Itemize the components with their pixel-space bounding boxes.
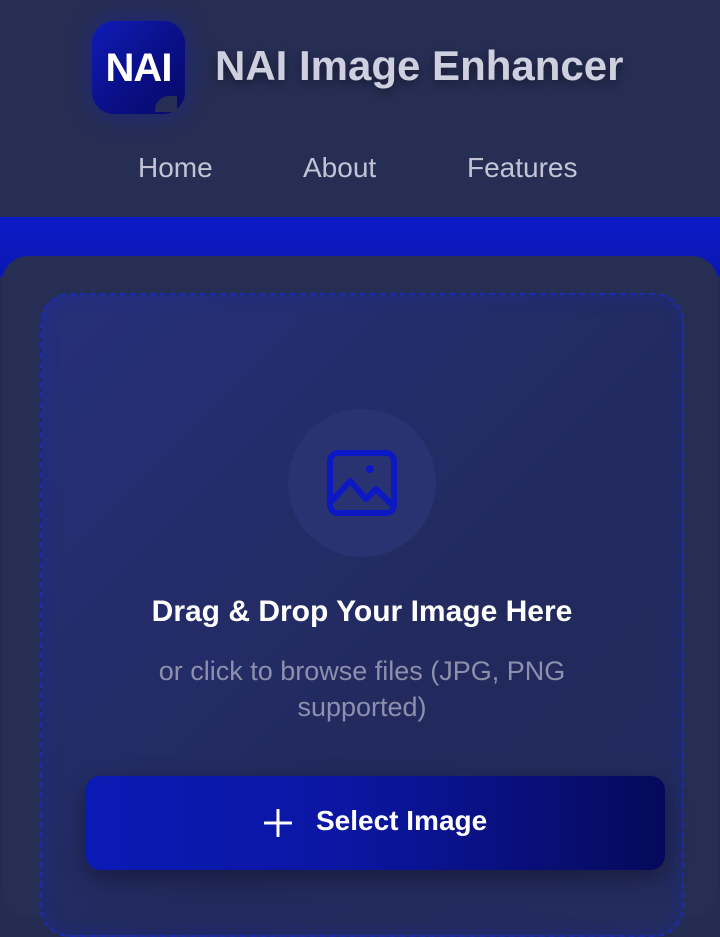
nav-features-link[interactable]: Features	[467, 152, 578, 184]
image-icon	[327, 450, 397, 516]
app-logo[interactable]: NAI	[92, 21, 185, 114]
app-title: NAI Image Enhancer	[215, 42, 624, 89]
dropzone-heading: Drag & Drop Your Image Here	[151, 595, 573, 628]
nav-home-link[interactable]: Home	[138, 152, 213, 184]
plus-icon	[264, 809, 292, 837]
logo-notch	[155, 96, 177, 112]
logo-text: NAI	[105, 46, 173, 90]
select-image-label: Select Image	[316, 805, 488, 836]
dropzone-subtext: or click to browse files (JPG, PNG suppo…	[158, 656, 566, 722]
select-image-button[interactable]: Select Image	[86, 776, 665, 870]
nav-about-link[interactable]: About	[303, 152, 376, 184]
site-header: NAI NAI Image Enhancer Home About Featur…	[0, 0, 720, 217]
upload-icon-circle	[288, 409, 436, 557]
